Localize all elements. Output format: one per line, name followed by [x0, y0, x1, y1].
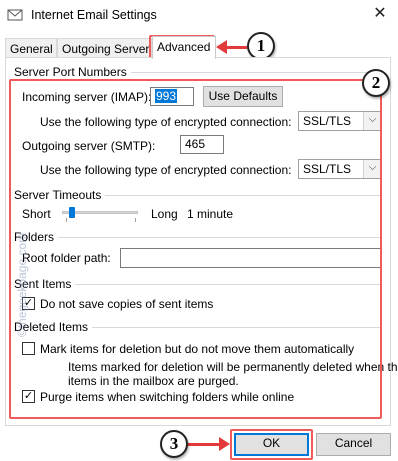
mail-settings-icon	[7, 9, 23, 21]
step-badge-2: 2	[362, 69, 390, 97]
arrow-head-3	[219, 437, 230, 451]
step-badge-1: 1	[247, 32, 275, 60]
panel-highlight	[9, 79, 382, 419]
tab-general[interactable]: General	[5, 38, 57, 58]
tab-advanced[interactable]: Advanced	[152, 36, 216, 59]
arrow-line-3	[188, 443, 220, 446]
ok-highlight	[230, 429, 313, 460]
server-port-numbers-heading: Server Port Numbers	[14, 65, 131, 79]
title-bar: Internet Email Settings ✕	[0, 0, 398, 30]
arrow-line-1	[225, 46, 247, 49]
window-title: Internet Email Settings	[31, 8, 157, 22]
close-icon[interactable]: ✕	[370, 5, 390, 23]
cancel-button[interactable]: Cancel	[316, 433, 391, 456]
tab-outgoing-server[interactable]: Outgoing Server	[57, 38, 152, 58]
step-badge-3: 3	[160, 430, 188, 458]
tab-strip: General Outgoing Server Advanced	[5, 36, 393, 59]
